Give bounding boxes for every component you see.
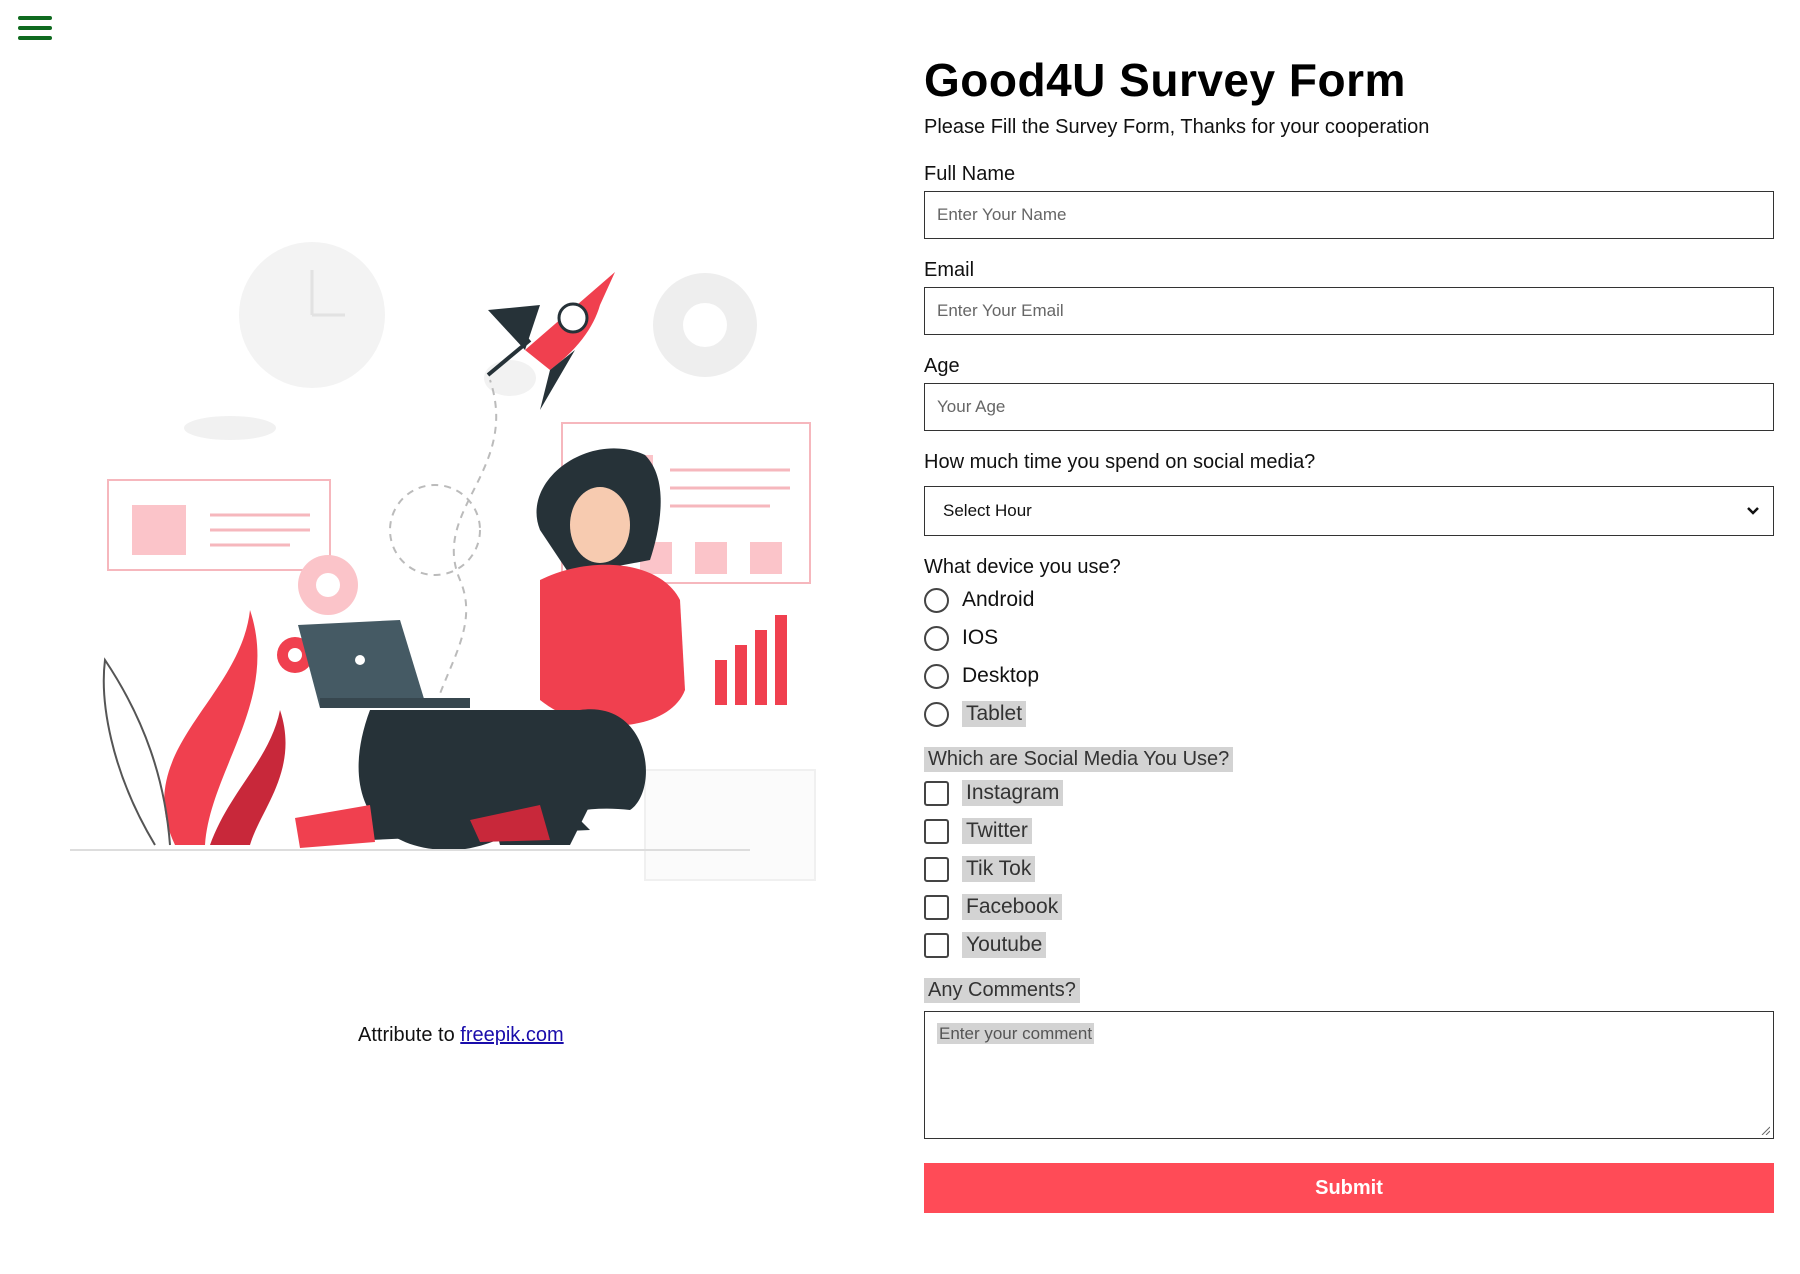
social-option-youtube[interactable]: Youtube — [924, 926, 1774, 964]
full-name-input[interactable] — [924, 191, 1774, 239]
device-option-desktop[interactable]: Desktop — [924, 657, 1774, 695]
bar-chart-icon — [715, 615, 787, 705]
hamburger-menu-icon[interactable] — [18, 16, 52, 44]
social-option-facebook[interactable]: Facebook — [924, 888, 1774, 926]
woman-with-laptop-illustration — [295, 448, 685, 850]
age-label: Age — [924, 355, 960, 377]
radio-tablet[interactable] — [924, 701, 949, 727]
social-option-label: Youtube — [962, 932, 1047, 958]
attribution-prefix: Attribute to — [358, 1024, 455, 1046]
radio-android[interactable] — [924, 587, 949, 613]
email-label: Email — [924, 259, 975, 281]
device-option-ios[interactable]: IOS — [924, 619, 1774, 657]
social-option-twitter[interactable]: Twitter — [924, 812, 1774, 850]
email-input[interactable] — [924, 287, 1774, 335]
survey-illustration — [70, 242, 816, 881]
social-time-label: How much time you spend on social media? — [924, 451, 1316, 473]
gear-icon — [653, 273, 757, 377]
social-option-label: Twitter — [962, 818, 1032, 844]
device-option-label: Android — [962, 588, 1035, 611]
checkbox-twitter[interactable] — [924, 818, 949, 844]
page-title: Good4U Survey Form — [924, 54, 1406, 106]
social-time-selected-value: Select Hour — [943, 501, 1032, 520]
resize-grip-icon[interactable] — [1760, 1125, 1770, 1135]
device-label: What device you use? — [924, 556, 1121, 578]
age-input[interactable] — [924, 383, 1774, 431]
social-option-instagram[interactable]: Instagram — [924, 774, 1774, 812]
survey-form: Good4U Survey Form Please Fill the Surve… — [924, 52, 1774, 1213]
checkbox-tiktok[interactable] — [924, 856, 949, 882]
clock-icon — [239, 242, 385, 388]
full-name-label: Full Name — [924, 163, 1016, 185]
plant-icon — [102, 610, 286, 846]
comments-label: Any Comments? — [924, 978, 1080, 1003]
checkbox-instagram[interactable] — [924, 780, 949, 806]
freepik-link[interactable]: freepik.com — [460, 1024, 563, 1046]
submit-button[interactable]: Submit — [924, 1163, 1774, 1213]
browser-window-left — [107, 479, 331, 571]
device-option-tablet[interactable]: Tablet — [924, 695, 1774, 733]
social-media-label: Which are Social Media You Use? — [924, 747, 1234, 772]
checkbox-youtube[interactable] — [924, 932, 949, 958]
device-option-label: IOS — [962, 626, 999, 649]
radio-ios[interactable] — [924, 625, 949, 651]
device-option-label: Tablet — [962, 701, 1027, 727]
comments-placeholder: Enter your comment — [937, 1023, 1095, 1044]
device-option-label: Desktop — [962, 664, 1040, 687]
social-option-label: Instagram — [962, 780, 1064, 806]
attribution-text: Attribute to freepik.com — [358, 1024, 564, 1047]
social-option-tiktok[interactable]: Tik Tok — [924, 850, 1774, 888]
social-option-label: Facebook — [962, 894, 1063, 920]
social-time-select[interactable]: Select Hour — [924, 486, 1774, 536]
chevron-down-icon — [1747, 507, 1759, 515]
social-option-label: Tik Tok — [962, 856, 1036, 882]
device-option-android[interactable]: Android — [924, 581, 1774, 619]
page-subtitle: Please Fill the Survey Form, Thanks for … — [924, 116, 1430, 138]
radio-desktop[interactable] — [924, 663, 949, 689]
comments-textarea[interactable]: Enter your comment — [924, 1011, 1774, 1139]
checkbox-facebook[interactable] — [924, 894, 949, 920]
